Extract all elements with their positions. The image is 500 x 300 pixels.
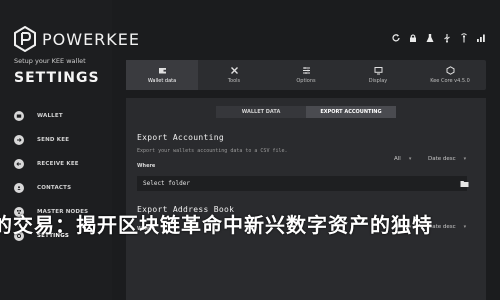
refresh-icon[interactable] [390, 32, 401, 43]
sidebar-item-label: SEND KEE [37, 137, 70, 143]
settings-toolbar: Wallet data Tools Options Display Kee Co… [126, 60, 486, 90]
where-label: Where [137, 163, 156, 169]
filter-select-value: All [394, 156, 401, 162]
network-icon[interactable] [475, 32, 486, 43]
toolbar-options[interactable]: Options [270, 60, 342, 90]
sidebar-subtitle: Setup your KEE wallet [14, 57, 86, 65]
powerkee-logo-icon [14, 26, 36, 52]
status-icons [384, 32, 486, 43]
wallet-icon [14, 111, 24, 121]
folder-icon[interactable] [459, 178, 470, 189]
wallet-data-icon [158, 68, 166, 74]
toolbar-display[interactable]: Display [342, 60, 414, 90]
overlay-banner-text: 的交易：揭开区块链革命中新兴数字资产的独特 [0, 213, 433, 237]
sidebar-item-send-kee[interactable]: SEND KEE [14, 128, 88, 152]
antenna-icon[interactable] [458, 32, 469, 43]
lock-icon[interactable] [407, 32, 418, 43]
tab-wallet-data[interactable]: WALLET DATA [216, 106, 306, 118]
toolbar-kee-core[interactable]: Kee Core v4.5.0 [414, 60, 486, 90]
toolbar-label: Wallet data [147, 78, 177, 84]
flask-icon[interactable] [424, 32, 435, 43]
toolbar-label: Kee Core v4.5.0 [430, 78, 470, 84]
core-icon [446, 66, 454, 75]
chevron-down-icon: ▾ [408, 156, 412, 162]
contacts-icon [14, 183, 24, 193]
sidebar-item-label: RECEIVE KEE [37, 161, 79, 167]
toolbar-tools[interactable]: Tools [198, 60, 270, 90]
brand-logo: POWERKEE [14, 26, 140, 52]
filter-select[interactable]: All ▾ [394, 156, 411, 162]
tab-export-accounting[interactable]: EXPORT ACCOUNTING [306, 106, 396, 118]
display-icon [374, 67, 382, 75]
sidebar-item-contacts[interactable]: CONTACTS [14, 176, 88, 200]
settings-panel: WALLET DATA EXPORT ACCOUNTING Export Acc… [126, 98, 486, 300]
export-accounting-title: Export Accounting [137, 133, 224, 142]
send-icon [14, 135, 24, 145]
tools-icon [230, 67, 238, 74]
toolbar-label: Tools [227, 78, 241, 84]
options-icon [302, 67, 310, 74]
sort-select[interactable]: Date desc ▾ [428, 156, 466, 162]
toolbar-label: Options [296, 78, 316, 84]
page-title: SETTINGS [14, 70, 100, 86]
panel-tabs: WALLET DATA EXPORT ACCOUNTING [126, 106, 486, 118]
usb-icon[interactable] [441, 32, 452, 43]
toolbar-wallet-data[interactable]: Wallet data [126, 60, 198, 90]
chevron-down-icon: ▾ [463, 156, 467, 162]
select-folder-input[interactable]: Select folder [137, 176, 467, 191]
export-accounting-description: Export your wallets accounting data to a… [137, 148, 288, 154]
sidebar: POWERKEE Setup your KEE wallet SETTINGS … [0, 0, 139, 300]
sort-select-value: Date desc [428, 156, 456, 162]
toolbar-label: Display [368, 78, 388, 84]
sidebar-item-wallet[interactable]: WALLET [14, 104, 88, 128]
sidebar-item-receive-kee[interactable]: RECEIVE KEE [14, 152, 88, 176]
sidebar-item-label: CONTACTS [37, 185, 72, 191]
receive-icon [14, 159, 24, 169]
sidebar-item-label: WALLET [37, 113, 63, 119]
brand-name: POWERKEE [42, 29, 140, 49]
